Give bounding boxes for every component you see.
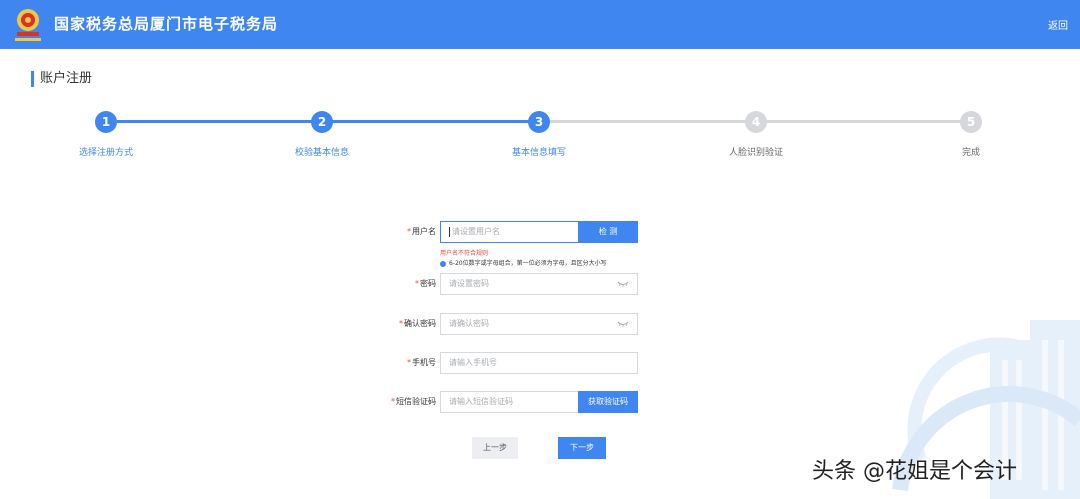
step-1-label: 选择注册方式	[78, 148, 134, 158]
step-3-circle: 3	[528, 111, 550, 133]
phone-label-text: 手机号	[412, 358, 436, 367]
password-label: *密码	[336, 273, 436, 295]
next-step-button[interactable]: 下一步	[558, 437, 606, 459]
text-cursor	[449, 226, 450, 237]
username-hint: 6-20位数字或字母组合，第一位必须为字母，且区分大小写	[440, 258, 607, 267]
step-line-1-2	[117, 120, 312, 123]
watermark-text: 头条 @花姐是个会计	[812, 459, 1017, 484]
prev-step-button[interactable]: 上一步	[472, 437, 518, 459]
phone-label: *手机号	[336, 352, 436, 374]
required-mark: *	[407, 227, 411, 236]
page-title: 账户注册	[31, 71, 92, 87]
step-5-label: 完成	[961, 148, 981, 158]
password-label-text: 密码	[420, 279, 436, 288]
info-icon	[440, 260, 446, 267]
username-label-text: 用户名	[412, 227, 436, 236]
step-2-label: 校验基本信息	[294, 148, 350, 158]
back-link[interactable]: 返回	[1048, 17, 1068, 32]
username-input[interactable]: 请设置用户名	[440, 221, 579, 243]
sms-code-label: *短信验证码	[336, 391, 436, 413]
username-error: 用户名不符合规则	[440, 250, 489, 257]
username-label: *用户名	[336, 221, 436, 243]
get-sms-code-button[interactable]: 获取验证码	[578, 391, 638, 413]
step-2-circle: 2	[311, 111, 333, 133]
tax-emblem-icon	[15, 9, 41, 41]
password-input[interactable]: 请设置密码	[440, 273, 638, 295]
required-mark: *	[407, 358, 411, 367]
step-1-circle: 1	[95, 111, 117, 133]
site-title: 国家税务总局厦门市电子税务局	[54, 15, 279, 33]
username-placeholder: 请设置用户名	[452, 227, 500, 236]
phone-placeholder: 请输入手机号	[449, 358, 497, 367]
step-5-circle: 5	[960, 111, 982, 133]
sms-code-placeholder: 请输入短信验证码	[449, 397, 513, 406]
check-username-button[interactable]: 检 测	[578, 221, 638, 243]
top-header: 国家税务总局厦门市电子税务局 返回	[0, 0, 1080, 49]
sms-code-input[interactable]: 请输入短信验证码	[440, 391, 579, 413]
confirm-password-placeholder: 请确认密码	[449, 319, 489, 328]
step-4-circle: 4	[745, 111, 767, 133]
confirm-password-input[interactable]: 请确认密码	[440, 313, 638, 335]
step-line-2-3	[332, 120, 529, 123]
required-mark: *	[391, 397, 395, 406]
confirm-password-label: *确认密码	[336, 313, 436, 335]
sms-code-label-text: 短信验证码	[396, 397, 436, 406]
required-mark: *	[399, 319, 403, 328]
step-4-label: 人脸识别验证	[728, 148, 784, 158]
required-mark: *	[415, 279, 419, 288]
eye-hidden-icon[interactable]	[617, 280, 629, 288]
password-placeholder: 请设置密码	[449, 279, 489, 288]
username-hint-text: 6-20位数字或字母组合，第一位必须为字母，且区分大小写	[449, 260, 607, 267]
eye-hidden-icon[interactable]	[617, 320, 629, 328]
step-line-4-5	[766, 120, 961, 123]
step-3-label: 基本信息填写	[511, 148, 567, 158]
confirm-password-label-text: 确认密码	[404, 319, 436, 328]
step-line-3-4	[549, 120, 746, 123]
phone-input[interactable]: 请输入手机号	[440, 352, 638, 374]
